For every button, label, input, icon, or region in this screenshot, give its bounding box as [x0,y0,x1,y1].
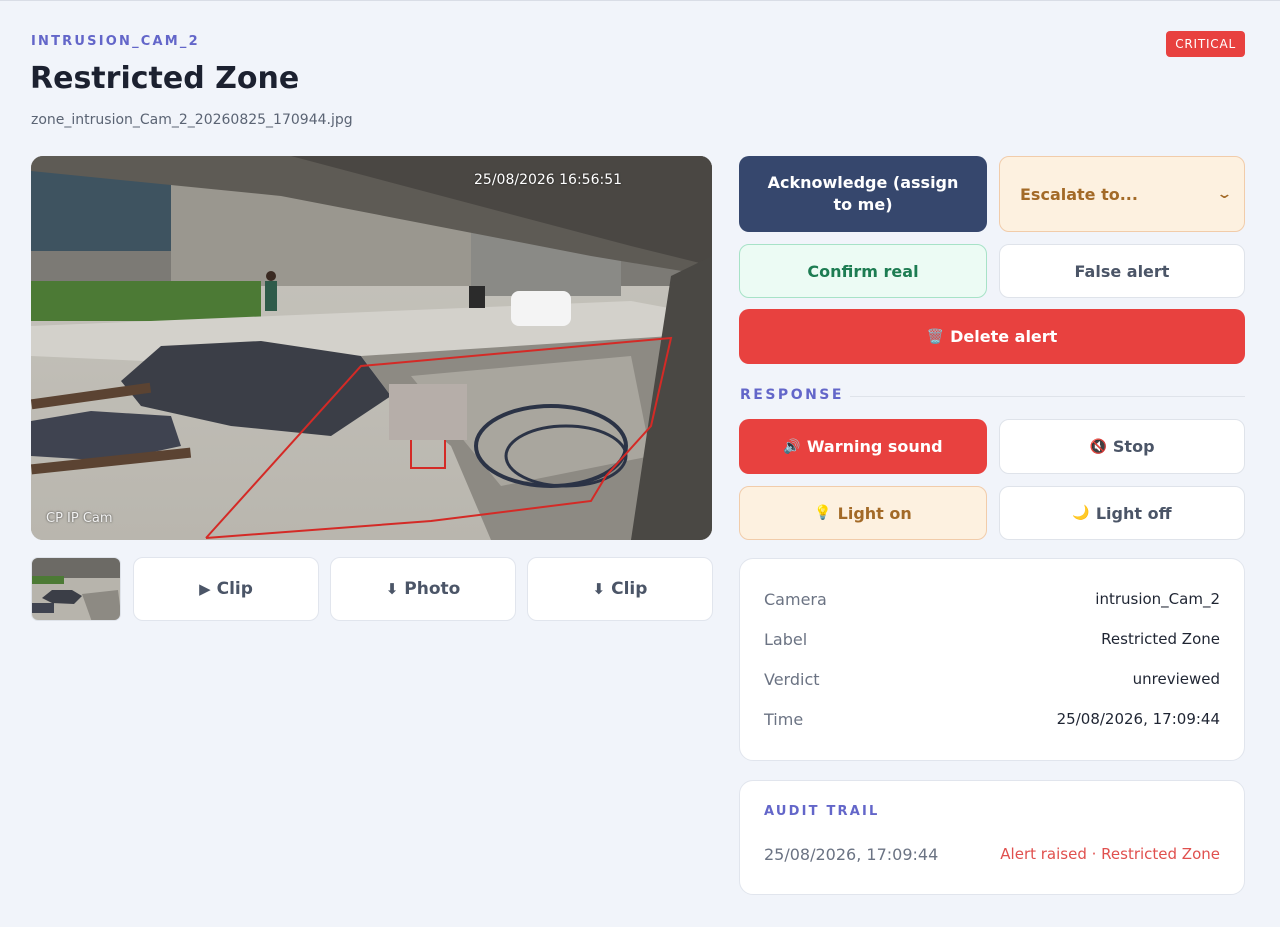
trash-icon: 🗑️ [926,328,945,345]
escalate-label: Escalate to... [1020,184,1138,204]
play-clip-button[interactable]: ▶ Clip [133,557,319,621]
escalate-select[interactable]: Escalate to... ⌄ [999,156,1245,232]
download-clip-label: Clip [611,579,648,599]
detail-row-verdict: Verdict unreviewed [764,668,1220,690]
acknowledge-button[interactable]: Acknowledge (assign to me) [739,156,987,232]
play-icon: ▶ [199,580,211,598]
thumbnail-scene [32,558,120,620]
acknowledge-label: Acknowledge (assign to me) [767,173,959,214]
response-divider [850,396,1245,397]
delete-alert-label: Delete alert [950,327,1058,346]
snapshot-filename: zone_intrusion_Cam_2_20260825_170944.jpg [31,112,353,128]
snapshot-timestamp-overlay: 25/08/2026 16:56:51 [474,172,623,188]
audit-trail-card: AUDIT TRAIL 25/08/2026, 17:09:44 Alert r… [739,780,1245,895]
mute-icon: 🔇 [1089,438,1107,455]
false-alert-button[interactable]: False alert [999,244,1245,298]
delete-alert-button[interactable]: 🗑️ Delete alert [739,309,1245,364]
detail-key: Time [764,709,804,729]
detail-key: Verdict [764,669,820,689]
download-photo-button[interactable]: ⬇ Photo [330,557,516,621]
severity-badge: CRITICAL [1166,31,1245,57]
snapshot-camera-overlay: CP IP Cam [46,511,113,526]
audit-entry-event: Alert raised · Restricted Zone [1000,845,1220,863]
light-off-button[interactable]: 🌙 Light off [999,486,1245,540]
response-section-label: RESPONSE [740,387,844,403]
light-on-label: Light on [837,503,912,523]
warning-sound-label: Warning sound [806,437,943,456]
download-icon: ⬇ [592,580,606,598]
play-clip-label: Clip [216,579,253,599]
download-clip-button[interactable]: ⬇ Clip [527,557,713,621]
audit-entry-time: 25/08/2026, 17:09:44 [764,845,939,864]
false-alert-label: False alert [1074,261,1170,281]
stop-sound-label: Stop [1112,437,1155,456]
moon-icon: 🌙 [1072,505,1090,521]
page-title: Restricted Zone [30,61,300,96]
snapshot-thumbnail[interactable] [31,557,121,621]
confirm-real-button[interactable]: Confirm real [739,244,987,298]
download-icon: ⬇ [385,580,399,598]
detail-key: Label [764,629,808,649]
detail-value: intrusion_Cam_2 [1095,590,1220,608]
detail-row-camera: Camera intrusion_Cam_2 [764,588,1220,610]
speaker-icon: 🔊 [783,438,801,455]
chevron-down-icon: ⌄ [1216,186,1233,202]
detail-value: Restricted Zone [1101,630,1220,648]
warning-sound-button[interactable]: 🔊 Warning sound [739,419,987,474]
light-off-label: Light off [1095,503,1172,523]
detail-key: Camera [764,589,827,609]
alert-details-card: Camera intrusion_Cam_2 Label Restricted … [739,558,1245,761]
lightbulb-icon: 💡 [814,505,832,521]
detail-row-time: Time 25/08/2026, 17:09:44 [764,708,1220,730]
camera-tag: INTRUSION_CAM_2 [31,34,200,49]
detail-row-label: Label Restricted Zone [764,628,1220,650]
stop-sound-button[interactable]: 🔇 Stop [999,419,1245,474]
download-photo-label: Photo [404,579,461,599]
detail-value: unreviewed [1132,670,1220,688]
audit-trail-label: AUDIT TRAIL [764,804,880,819]
confirm-real-label: Confirm real [807,261,919,281]
snapshot-scene [31,156,712,540]
alert-snapshot[interactable]: 25/08/2026 16:56:51 CP IP Cam [31,156,712,540]
detail-value: 25/08/2026, 17:09:44 [1056,710,1220,728]
light-on-button[interactable]: 💡 Light on [739,486,987,540]
